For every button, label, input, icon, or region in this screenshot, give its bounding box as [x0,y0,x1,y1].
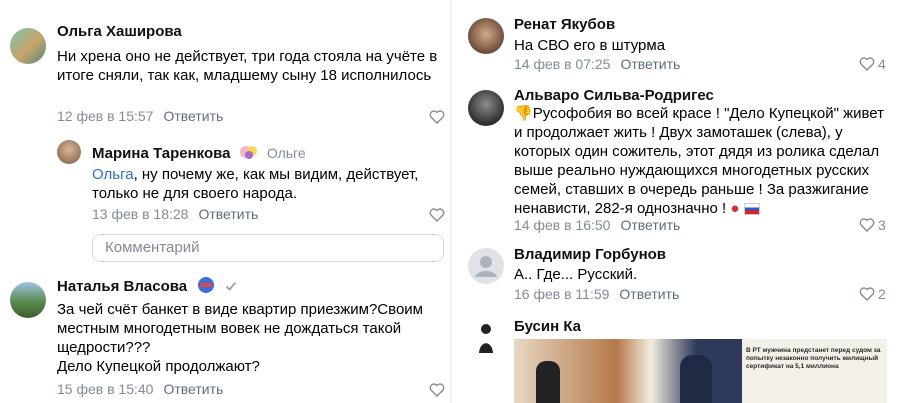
like-heart-icon [859,57,875,71]
image-headline: В РТ мужчина предстанет перед судом за п… [746,347,881,370]
thumbs-down-icon: 👎 [514,105,533,122]
avatar[interactable] [468,18,504,54]
image-photo-figure [536,361,560,403]
avatar[interactable] [10,28,46,64]
comment-author: Марина Таренкова Ольге [92,143,306,165]
comment-text: На СВО его в штурма [514,37,666,54]
attached-news-image[interactable]: В РТ мужчина предстанет перед судом за п… [514,339,887,403]
comment-text: Ни хрена оно не действует, три года стоя… [57,48,438,84]
reply-button[interactable]: Ответить [163,108,223,124]
comment-author[interactable]: Ольга Хаширова [57,23,182,40]
comment-text: А.. Где... Русский. [514,266,638,283]
comment-meta: 13 фев в 18:28 Ответить [92,206,258,222]
like-count: 4 [878,56,886,72]
comment-date[interactable]: 16 фев в 11:59 [514,286,609,302]
comment-author[interactable]: Ренат Якубов [514,16,615,33]
comment-meta: 15 фев в 15:40 Ответить [57,381,223,397]
reply-button[interactable]: Ответить [198,206,258,222]
comment-author[interactable]: Альваро Сильва-Родригес [514,87,714,104]
like-count: 2 [878,286,886,302]
russian-flag-icon [743,203,760,216]
comment-author: Наталья Власова [57,276,237,298]
angry-face-icon: ● [730,200,740,217]
reply-to-name[interactable]: Ольге [267,145,306,161]
right-comments-column: Ренат Якубов На СВО его в штурма 14 фев … [452,0,901,403]
avatar[interactable] [57,140,81,164]
avatar[interactable] [468,320,504,356]
comment-date[interactable]: 13 фев в 18:28 [92,206,188,222]
left-comments-column: Ольга Хаширова Ни хрена оно не действует… [0,0,450,403]
comment-meta: 14 фев в 16:50 Ответить [514,217,680,233]
like-heart-icon [859,287,875,301]
silhouette-icon [479,324,493,353]
reply-button[interactable]: Ответить [619,286,679,302]
like-count: 3 [878,217,886,233]
comment-body: Русофобия во всей красе ! "Дело Купецкой… [514,105,884,217]
comment-meta: 14 фев в 07:25 Ответить [514,56,680,72]
comment-input[interactable]: Комментарий [92,234,444,262]
like-button[interactable]: 2 [859,286,886,302]
comment-body: , ну почему же, как мы видим, действует,… [92,166,419,202]
like-heart-icon [859,218,875,232]
comment-date[interactable]: 14 фев в 07:25 [514,56,610,72]
sticker-icon [239,143,259,165]
comment-text: Ольга, ну почему же, как мы видим, дейст… [92,165,444,203]
verified-check-icon [225,279,237,296]
comment-meta: 16 фев в 11:59 Ответить [514,286,679,302]
like-button[interactable]: 4 [859,56,886,72]
comment-date[interactable]: 14 фев в 16:50 [514,217,610,233]
comment-text: За чей счёт банкет в виде квартир приезж… [57,301,423,375]
comment-author[interactable]: Бусин Ка [514,318,581,335]
author-name[interactable]: Марина Таренкова [92,145,231,162]
mention-link[interactable]: Ольга [92,166,134,183]
comment-date[interactable]: 12 фев в 15:57 [57,108,153,124]
author-name[interactable]: Наталья Власова [57,278,187,295]
like-heart-icon[interactable] [429,383,445,397]
reply-button[interactable]: Ответить [620,56,680,72]
comment-meta: 12 фев в 15:57 Ответить [57,108,223,124]
default-user-icon [475,256,497,277]
comment-text: 👎Русофобия во всей красе ! "Дело Купецко… [514,104,894,218]
like-heart-icon[interactable] [429,110,445,124]
like-heart-icon[interactable] [429,208,445,222]
like-button[interactable]: 3 [859,217,886,233]
reply-button[interactable]: Ответить [620,217,680,233]
avatar[interactable] [10,282,46,318]
reply-button[interactable]: Ответить [163,381,223,397]
comment-date[interactable]: 15 фев в 15:40 [57,381,153,397]
avatar[interactable] [468,248,504,284]
image-photo-figure [680,355,712,403]
sticker-icon [195,276,217,298]
avatar[interactable] [468,90,504,126]
comment-author[interactable]: Владимир Горбунов [514,246,666,263]
